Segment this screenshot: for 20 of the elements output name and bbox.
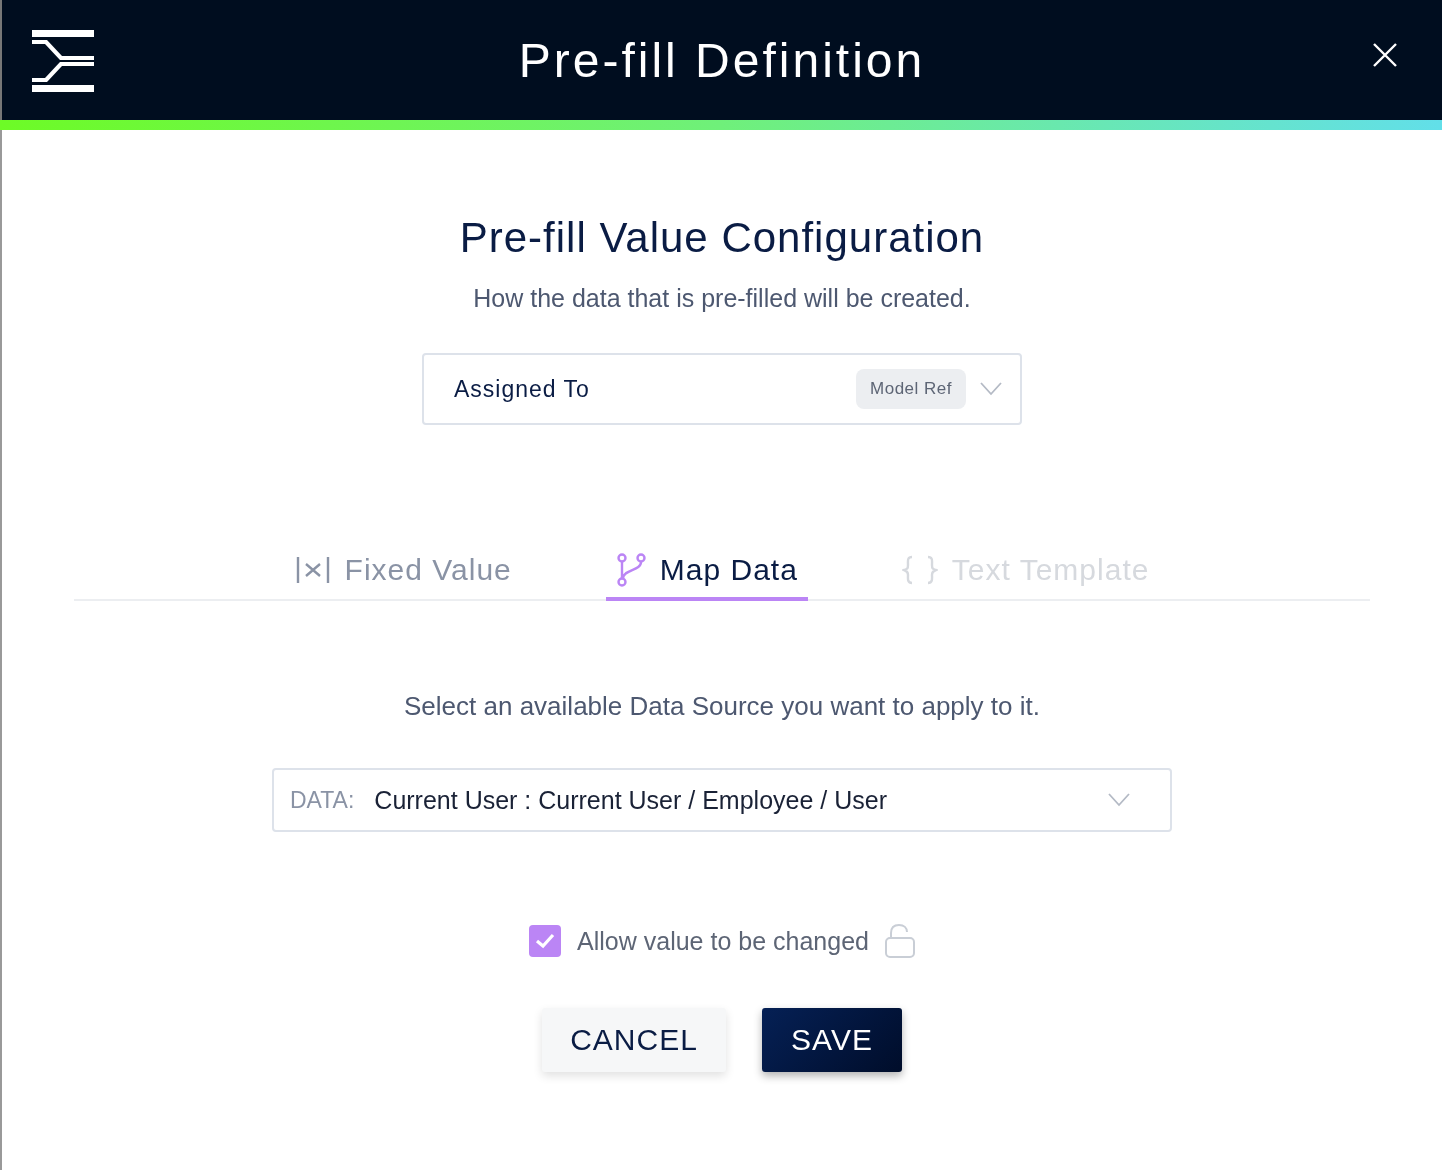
braces-icon <box>901 555 938 585</box>
tab[interactable]: Map Data <box>605 553 808 601</box>
dialog-subtitle: How the data that is pre-filled will be created. <box>473 284 971 313</box>
unlocked-padlock-icon <box>884 924 915 958</box>
variable-icon <box>294 555 331 585</box>
instruction-text: Select an available Data Source you want to apply to it. <box>404 691 1040 722</box>
checkbox-label: Allow value to be changed <box>577 926 869 956</box>
field-select[interactable]: Assigned To Model Ref <box>422 353 1022 425</box>
chevron-down-icon <box>980 382 1002 396</box>
chevron-down-icon <box>1108 793 1130 807</box>
cancel-button[interactable]: CANCEL <box>542 1008 726 1072</box>
checkbox[interactable] <box>529 925 562 957</box>
logo-icon <box>32 30 96 92</box>
save-button[interactable]: SAVE <box>762 1008 902 1072</box>
data-source-select[interactable]: DATA: Current User : Current User / Employee / User <box>272 768 1172 832</box>
branch-icon <box>615 553 646 587</box>
checkmark-icon <box>535 933 556 949</box>
model-ref-badge: Model Ref <box>856 369 966 409</box>
dialog-heading: Pre-fill Value Configuration <box>459 214 985 262</box>
window-title: Pre-fill Definition <box>518 32 926 88</box>
